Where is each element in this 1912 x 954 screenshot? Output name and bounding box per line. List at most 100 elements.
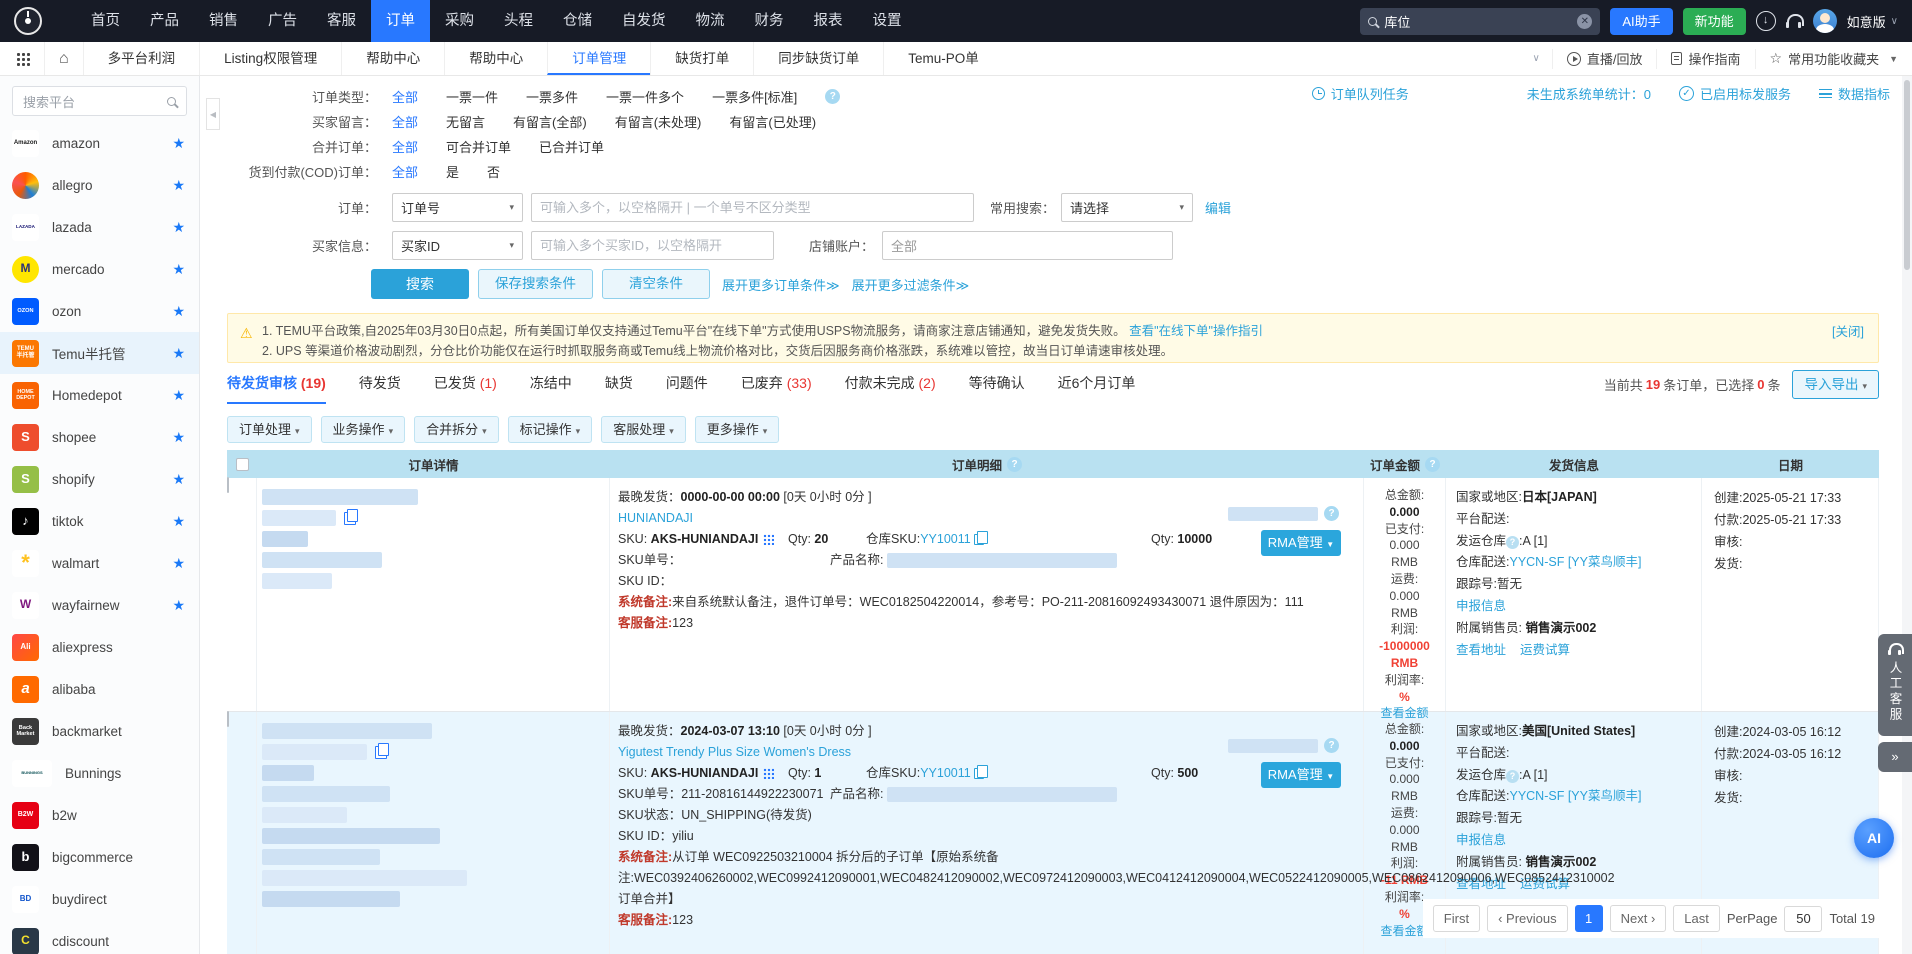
sidebar-item-ozon[interactable]: OZONozon★ [0, 290, 199, 332]
view-address-link[interactable]: 查看地址 [1456, 640, 1506, 662]
rma-manage-button[interactable]: RMA管理 ▼ [1261, 530, 1341, 556]
sidebar-item-amazon[interactable]: Amazonamazon★ [0, 122, 199, 164]
nav-item-10[interactable]: 物流 [681, 0, 740, 42]
avatar[interactable] [1813, 9, 1837, 33]
workspace-tab-6[interactable]: 同步缺货订单 [753, 42, 883, 75]
filter-option[interactable]: 有留言(全部) [513, 112, 587, 131]
status-tab-1[interactable]: 待发货 [359, 373, 401, 404]
sidebar-item-mercado[interactable]: Mmercado★ [0, 248, 199, 290]
action-button-业务操作[interactable]: 业务操作▾ [321, 416, 406, 443]
favorite-star-icon[interactable]: ★ [172, 177, 185, 194]
filter-option[interactable]: 一票一件 [446, 87, 498, 106]
warehouse-dist-link[interactable]: YYCN-SF [YY菜鸟顺丰] [1509, 555, 1641, 569]
help-icon[interactable] [1007, 457, 1022, 472]
sidebar-item-Bunnings[interactable]: BUNNINGSBunnings [0, 752, 199, 794]
next-page-button[interactable]: Next › [1610, 905, 1667, 932]
buyer-id-input[interactable] [531, 231, 774, 260]
sidebar-item-cdiscount[interactable]: Ccdiscount [0, 920, 199, 954]
filter-option[interactable]: 有留言(已处理) [729, 112, 816, 131]
favorite-star-icon[interactable]: ★ [172, 219, 185, 236]
prev-page-button[interactable]: ‹ Previous [1487, 905, 1568, 932]
filter-option[interactable]: 全部 [392, 137, 418, 156]
status-tab-6[interactable]: 已废弃 (33) [741, 373, 812, 404]
import-export-button[interactable]: 导入导出▾ [1792, 370, 1879, 399]
sku-grid-icon[interactable] [763, 768, 774, 779]
headset-icon[interactable] [1786, 14, 1803, 28]
ai-fab-button[interactable]: AI [1854, 818, 1894, 858]
help-icon[interactable] [1425, 457, 1440, 472]
nav-item-6[interactable]: 采购 [430, 0, 489, 42]
workspace-tab-0[interactable]: 多平台利润 [83, 42, 200, 75]
nav-item-8[interactable]: 仓储 [548, 0, 607, 42]
help-icon[interactable] [1506, 536, 1519, 549]
workspace-tab-2[interactable]: 帮助中心 [341, 42, 444, 75]
filter-option[interactable]: 一票多件[标准] [712, 87, 797, 106]
nav-item-7[interactable]: 头程 [489, 0, 548, 42]
buyer-id-select[interactable]: 买家ID▾ [392, 231, 523, 260]
sidebar-item-Homedepot[interactable]: HOME DEPOTHomedepot★ [0, 374, 199, 416]
sidebar-item-b2w[interactable]: B2Wb2w [0, 794, 199, 836]
shop-account-input[interactable] [882, 231, 1173, 260]
favorite-star-icon[interactable]: ★ [172, 429, 185, 446]
data-metrics-link[interactable]: 数据指标 [1819, 84, 1890, 103]
status-tab-3[interactable]: 冻结中 [530, 373, 572, 404]
nav-item-11[interactable]: 财务 [740, 0, 799, 42]
platform-search-input[interactable]: 搜索平台 [12, 86, 187, 116]
apps-grid-icon[interactable] [16, 52, 30, 66]
status-tab-7[interactable]: 付款未完成 (2) [845, 373, 936, 404]
favorite-star-icon[interactable]: ★ [172, 597, 185, 614]
sidebar-item-buydirect[interactable]: BDbuydirect [0, 878, 199, 920]
nav-item-9[interactable]: 自发货 [607, 0, 681, 42]
user-version-menu[interactable]: 如意版 ∨ [1847, 12, 1898, 31]
declare-info-link[interactable]: 申报信息 [1456, 833, 1506, 847]
perpage-input[interactable] [1784, 906, 1822, 932]
sidebar-item-tiktok[interactable]: ♪tiktok★ [0, 500, 199, 542]
rma-manage-button[interactable]: RMA管理 ▼ [1261, 762, 1341, 788]
copy-icon[interactable] [974, 768, 984, 779]
help-icon[interactable] [1324, 738, 1339, 753]
filter-option[interactable]: 一票一件多个 [606, 87, 684, 106]
row-checkbox[interactable] [227, 711, 229, 727]
filter-option[interactable]: 全部 [392, 162, 418, 181]
filter-option[interactable]: 一票多件 [526, 87, 578, 106]
search-button[interactable]: 搜索 [371, 269, 469, 299]
ai-assistant-button[interactable]: AI助手 [1610, 8, 1672, 35]
collapse-widget-button[interactable]: » [1878, 742, 1912, 772]
status-tab-8[interactable]: 等待确认 [969, 373, 1025, 404]
more-order-conditions-link[interactable]: 展开更多订单条件≫ [722, 275, 840, 294]
current-page-button[interactable]: 1 [1575, 905, 1603, 932]
copy-icon[interactable] [974, 534, 984, 545]
declare-info-link[interactable]: 申报信息 [1456, 599, 1506, 613]
favorite-star-icon[interactable]: ★ [172, 555, 185, 572]
copy-icon[interactable] [375, 746, 387, 759]
sidebar-item-Temu半托管[interactable]: TEMU 半托管Temu半托管★ [0, 332, 199, 374]
global-search-value[interactable]: 库位 [1384, 12, 1410, 31]
sidebar-item-alibaba[interactable]: aalibaba [0, 668, 199, 710]
nav-item-3[interactable]: 广告 [253, 0, 312, 42]
sidebar-item-aliexpress[interactable]: Alialiexpress [0, 626, 199, 668]
warehouse-sku-link[interactable]: YY10011 [920, 529, 971, 550]
select-all-checkbox[interactable] [236, 458, 249, 471]
sku-grid-icon[interactable] [763, 534, 774, 545]
sidebar-item-shopify[interactable]: Sshopify★ [0, 458, 199, 500]
favorite-star-icon[interactable]: ★ [172, 513, 185, 530]
favorite-star-icon[interactable]: ★ [172, 345, 185, 362]
order-type-select[interactable]: 订单号▾ [392, 193, 523, 222]
last-page-button[interactable]: Last [1673, 905, 1720, 932]
help-icon[interactable] [1324, 506, 1339, 521]
help-icon[interactable] [1506, 770, 1519, 783]
filter-option[interactable]: 否 [487, 162, 500, 181]
sidebar-item-lazada[interactable]: LAZADAlazada★ [0, 206, 199, 248]
guide-button[interactable]: 操作指南 [1656, 49, 1754, 69]
window-scrollbar[interactable] [1902, 76, 1912, 954]
warehouse-dist-link[interactable]: YYCN-SF [YY菜鸟顺丰] [1509, 789, 1641, 803]
workspace-tab-5[interactable]: 缺货打单 [650, 42, 753, 75]
product-title-link[interactable]: Yigutest Trendy Plus Size Women's Dress [618, 745, 851, 759]
live-replay-button[interactable]: 直播/回放 [1552, 49, 1657, 69]
status-tab-5[interactable]: 问题件 [666, 373, 708, 404]
filter-option[interactable]: 全部 [392, 112, 418, 131]
download-icon[interactable]: ↓ [1756, 11, 1776, 31]
nav-item-1[interactable]: 产品 [135, 0, 194, 42]
action-button-订单处理[interactable]: 订单处理▾ [227, 416, 312, 443]
favorite-star-icon[interactable]: ★ [172, 303, 185, 320]
